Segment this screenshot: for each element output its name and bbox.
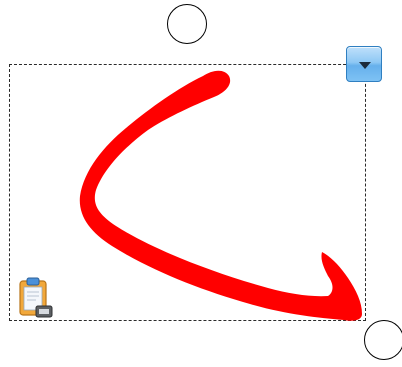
selection-box[interactable]	[9, 64, 366, 321]
resize-handle[interactable]	[364, 320, 402, 360]
clipboard-paste-icon[interactable]	[17, 276, 55, 320]
rotate-handle[interactable]	[167, 4, 207, 44]
chevron-down-icon	[359, 62, 371, 69]
whiteboard-canvas[interactable]	[0, 0, 402, 367]
object-menu-button[interactable]	[346, 46, 382, 82]
